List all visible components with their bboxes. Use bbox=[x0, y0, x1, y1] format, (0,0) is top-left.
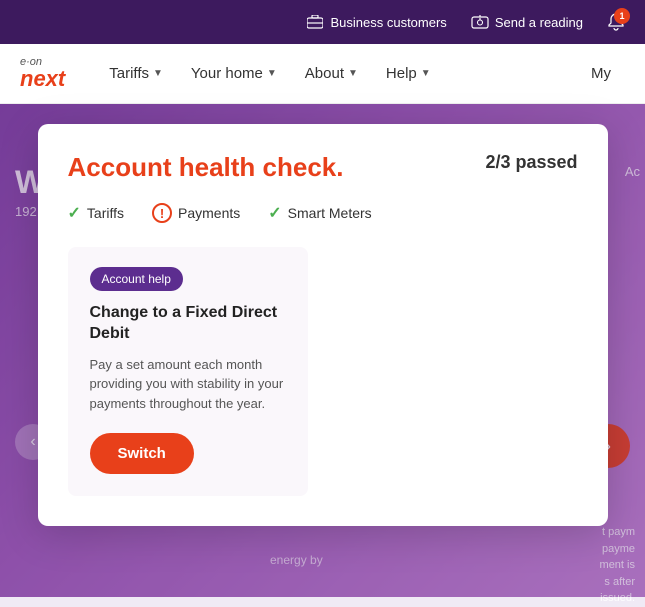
top-bar: Business customers Send a reading 1 bbox=[0, 0, 645, 44]
check-tariffs: ✓ Tariffs bbox=[68, 203, 125, 223]
tariffs-check-label: Tariffs bbox=[87, 205, 124, 221]
tariffs-chevron-icon: ▼ bbox=[153, 68, 163, 79]
modal-overlay: Account health check. 2/3 passed ✓ Tarif… bbox=[0, 104, 645, 597]
about-chevron-icon: ▼ bbox=[348, 68, 358, 79]
switch-button[interactable]: Switch bbox=[90, 433, 194, 474]
tariffs-label: Tariffs bbox=[109, 65, 149, 82]
logo-next: next bbox=[20, 68, 65, 90]
modal-title: Account health check. bbox=[68, 152, 344, 183]
notification-wrap: 1 bbox=[607, 13, 625, 31]
health-check-modal: Account health check. 2/3 passed ✓ Tarif… bbox=[38, 124, 608, 526]
smart-meters-check-icon: ✓ bbox=[268, 203, 281, 223]
nav-my-account[interactable]: My bbox=[577, 44, 625, 104]
nav-items: Tariffs ▼ Your home ▼ About ▼ Help ▼ bbox=[95, 44, 577, 104]
nav-help[interactable]: Help ▼ bbox=[372, 44, 445, 104]
nav-your-home[interactable]: Your home ▼ bbox=[177, 44, 291, 104]
nav-tariffs[interactable]: Tariffs ▼ bbox=[95, 44, 177, 104]
main-background: Wo 192 G Ac ‹ › t paym payme ment is s a… bbox=[0, 104, 645, 597]
account-help-badge: Account help bbox=[90, 267, 183, 291]
notification-bell[interactable]: 1 bbox=[607, 13, 625, 31]
meter-icon bbox=[471, 13, 489, 31]
your-home-label: Your home bbox=[191, 65, 263, 82]
logo[interactable]: e·on next bbox=[20, 57, 65, 90]
card-title: Change to a Fixed Direct Debit bbox=[90, 303, 286, 345]
modal-score: 2/3 passed bbox=[485, 152, 577, 173]
tariffs-check-icon: ✓ bbox=[68, 203, 81, 223]
nav-bar: e·on next Tariffs ▼ Your home ▼ About ▼ … bbox=[0, 44, 645, 104]
card-description: Pay a set amount each month providing yo… bbox=[90, 355, 286, 414]
check-items-row: ✓ Tariffs ! Payments ✓ Smart Meters bbox=[68, 203, 578, 223]
business-customers-link[interactable]: Business customers bbox=[306, 13, 446, 31]
send-reading-link[interactable]: Send a reading bbox=[471, 13, 583, 31]
payments-warn-icon: ! bbox=[152, 203, 172, 223]
smart-meters-check-label: Smart Meters bbox=[288, 205, 372, 221]
your-home-chevron-icon: ▼ bbox=[267, 68, 277, 79]
my-label: My bbox=[591, 65, 611, 82]
modal-header: Account health check. 2/3 passed bbox=[68, 152, 578, 183]
business-customers-label: Business customers bbox=[330, 15, 446, 30]
about-label: About bbox=[305, 65, 344, 82]
send-reading-label: Send a reading bbox=[495, 15, 583, 30]
nav-about[interactable]: About ▼ bbox=[291, 44, 372, 104]
account-help-card: Account help Change to a Fixed Direct De… bbox=[68, 247, 308, 496]
help-label: Help bbox=[386, 65, 417, 82]
payments-check-label: Payments bbox=[178, 205, 240, 221]
briefcase-icon bbox=[306, 13, 324, 31]
check-payments: ! Payments bbox=[152, 203, 240, 223]
help-chevron-icon: ▼ bbox=[421, 68, 431, 79]
notification-badge: 1 bbox=[614, 8, 630, 24]
check-smart-meters: ✓ Smart Meters bbox=[268, 203, 371, 223]
